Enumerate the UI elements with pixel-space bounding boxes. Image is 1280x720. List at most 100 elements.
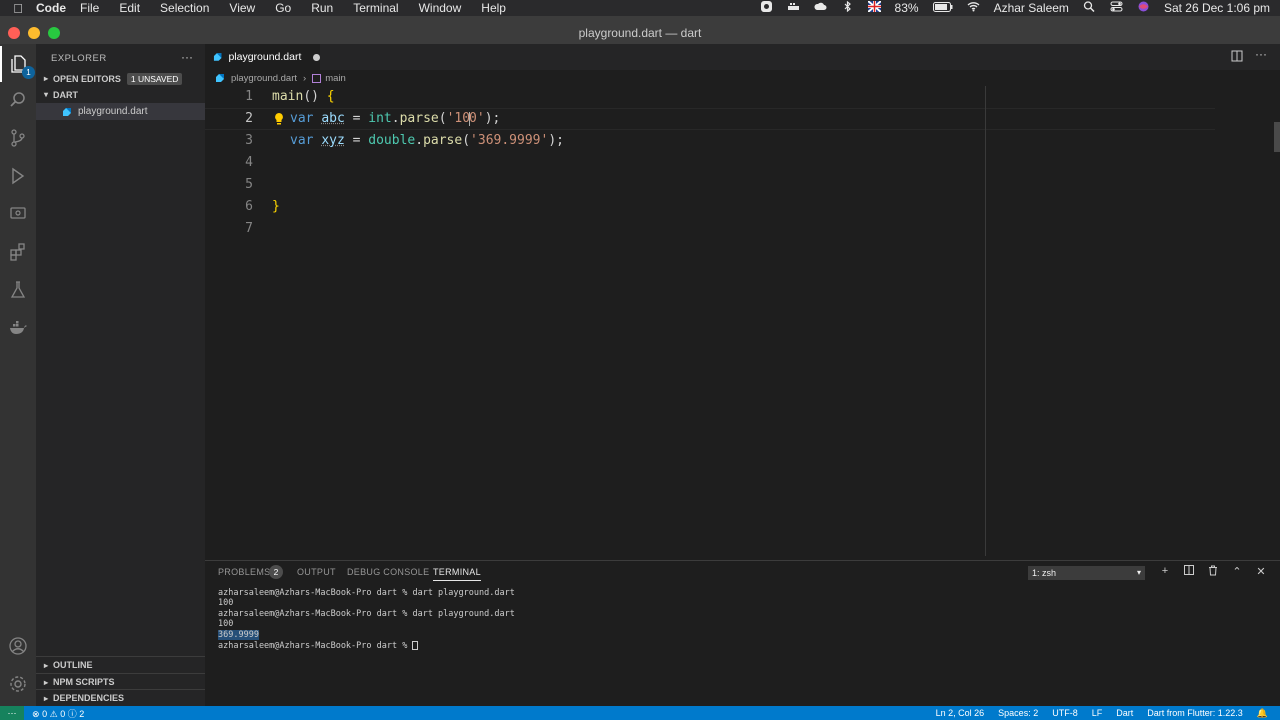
problems-status[interactable]: ⊗ 0 ⚠ 0 ⓘ 2 — [32, 707, 84, 720]
token-paren: ( — [462, 133, 471, 148]
menu-file[interactable]: File — [80, 1, 99, 15]
siri-icon[interactable] — [1137, 1, 1150, 15]
battery-icon[interactable] — [932, 1, 953, 15]
bluetooth-icon[interactable] — [841, 1, 854, 15]
menu-app-name[interactable]: Code — [36, 1, 66, 15]
tab-output[interactable]: OUTPUT — [297, 567, 336, 577]
cursor-position[interactable]: Ln 2, Col 26 — [936, 708, 985, 718]
menu-window[interactable]: Window — [419, 1, 462, 15]
clock-datetime[interactable]: Sat 26 Dec 1:06 pm — [1164, 1, 1270, 15]
record-icon[interactable] — [760, 1, 773, 15]
uk-flag-icon[interactable] — [867, 1, 881, 15]
terminal-line: azharsaleem@Azhars-MacBook-Pro dart % da… — [218, 588, 515, 598]
error-count: 0 — [42, 708, 48, 719]
token-brace: { — [326, 89, 335, 104]
window-title-bar: playground.dart — dart — [0, 22, 1280, 44]
maximize-panel-icon[interactable]: ⌃ — [1230, 565, 1244, 578]
language-mode[interactable]: Dart — [1116, 708, 1133, 718]
control-center-icon[interactable] — [1110, 1, 1123, 15]
chevron-right-icon: ▸ — [43, 74, 48, 83]
breadcrumb: playground.dart › main — [205, 70, 985, 86]
cloud-icon[interactable] — [813, 1, 827, 15]
tab-debug-console[interactable]: DEBUG CONSOLE — [347, 567, 429, 577]
menu-edit[interactable]: Edit — [119, 1, 140, 15]
more-actions-icon[interactable]: ··· — [181, 50, 193, 64]
remote-indicator-icon[interactable]: ⋯ — [0, 706, 24, 720]
wifi-icon[interactable] — [967, 1, 980, 15]
code-line-3: var xyz = double.parse('369.9999'); — [290, 133, 564, 148]
encoding[interactable]: UTF-8 — [1052, 708, 1078, 718]
terminal-selection: 369.9999 — [218, 630, 259, 640]
indentation[interactable]: Spaces: 2 — [998, 708, 1038, 718]
terminal-line: 100 — [218, 619, 234, 629]
window-title: playground.dart — dart — [578, 26, 702, 40]
token-variable: abc — [321, 111, 345, 126]
source-control-activity[interactable] — [0, 120, 36, 156]
feedback-bell-icon[interactable]: 🔔 — [1257, 708, 1268, 719]
split-editor-icon[interactable] — [1231, 50, 1243, 65]
menu-terminal[interactable]: Terminal — [353, 1, 398, 15]
editor-scrollbar[interactable] — [1274, 122, 1280, 152]
dart-sdk[interactable]: Dart from Flutter: 1.22.3 — [1147, 708, 1243, 718]
chevron-right-icon: › — [303, 72, 307, 84]
file-playground-dart[interactable]: playground.dart — [36, 103, 205, 120]
open-editors-section[interactable]: ▸ OPEN EDITORS 1 UNSAVED — [36, 70, 205, 87]
menu-view[interactable]: View — [229, 1, 255, 15]
accounts-activity[interactable] — [0, 628, 36, 664]
menu-go[interactable]: Go — [275, 1, 291, 15]
dependencies-label: DEPENDENCIES — [53, 693, 125, 703]
warning-count: 0 — [60, 708, 66, 719]
code-editor[interactable]: 1 2 3 4 5 6 7 main() { var abc = int.par… — [205, 86, 1280, 556]
outline-section[interactable]: ▸ OUTLINE — [36, 656, 205, 673]
npm-scripts-label: NPM SCRIPTS — [53, 677, 115, 687]
unsaved-dot-icon[interactable] — [313, 53, 320, 61]
token-function: main — [272, 89, 304, 104]
close-panel-icon[interactable]: ✕ — [1254, 565, 1268, 578]
more-actions-icon[interactable]: ··· — [1255, 47, 1267, 61]
terminal-shell-select[interactable]: 1: zsh ▾ — [1028, 566, 1145, 580]
terminal-prompt[interactable]: azharsaleem@Azhars-MacBook-Pro dart % — [218, 641, 419, 651]
spotlight-search-icon[interactable] — [1083, 1, 1096, 15]
run-debug-activity[interactable] — [0, 158, 36, 194]
dependencies-section[interactable]: ▸ DEPENDENCIES — [36, 689, 205, 706]
split-terminal-icon[interactable] — [1182, 565, 1196, 578]
apple-icon[interactable]:  — [0, 1, 36, 16]
dart-file-icon — [216, 74, 224, 82]
lightbulb-icon[interactable] — [274, 112, 284, 125]
end-of-line[interactable]: LF — [1092, 708, 1103, 718]
bug-play-icon — [12, 167, 25, 185]
menu-run[interactable]: Run — [311, 1, 333, 15]
npm-scripts-section[interactable]: ▸ NPM SCRIPTS — [36, 673, 205, 690]
docker-icon[interactable] — [787, 1, 800, 15]
line-number: 6 — [245, 199, 253, 214]
docker-activity[interactable] — [0, 310, 36, 346]
remote-monitor-icon — [10, 207, 26, 219]
code-line-2: var abc = int.parse('100'); — [290, 111, 500, 126]
explorer-activity[interactable]: 1 — [0, 46, 36, 82]
tab-label: playground.dart — [228, 51, 302, 63]
menu-help[interactable]: Help — [481, 1, 506, 15]
line-number: 3 — [245, 133, 253, 148]
remote-explorer-activity[interactable] — [0, 196, 36, 232]
token-params: () — [303, 89, 327, 104]
breadcrumb-file[interactable]: playground.dart — [231, 73, 297, 84]
tab-problems[interactable]: PROBLEMS — [218, 567, 270, 577]
extensions-activity[interactable] — [0, 234, 36, 270]
tab-playground-dart[interactable]: playground.dart — [205, 44, 320, 70]
battery-percent[interactable]: 83% — [895, 1, 919, 15]
token-paren-semi: ); — [484, 111, 501, 126]
testing-activity[interactable] — [0, 272, 36, 308]
folder-dart-section[interactable]: ▾ DART — [36, 86, 205, 103]
search-activity[interactable] — [0, 82, 36, 118]
user-name[interactable]: Azhar Saleem — [994, 1, 1069, 15]
breadcrumb-symbol[interactable]: main — [325, 73, 346, 84]
chevron-right-icon: ▸ — [43, 677, 48, 687]
new-terminal-plus-icon[interactable]: + — [1158, 565, 1172, 577]
trash-icon[interactable] — [1206, 565, 1220, 579]
token-type: double — [368, 133, 416, 148]
manage-activity[interactable] — [0, 666, 36, 702]
tab-terminal[interactable]: TERMINAL — [433, 567, 481, 581]
menu-selection[interactable]: Selection — [160, 1, 209, 15]
code-line-6: } — [272, 199, 280, 214]
token-brace: } — [272, 199, 280, 214]
